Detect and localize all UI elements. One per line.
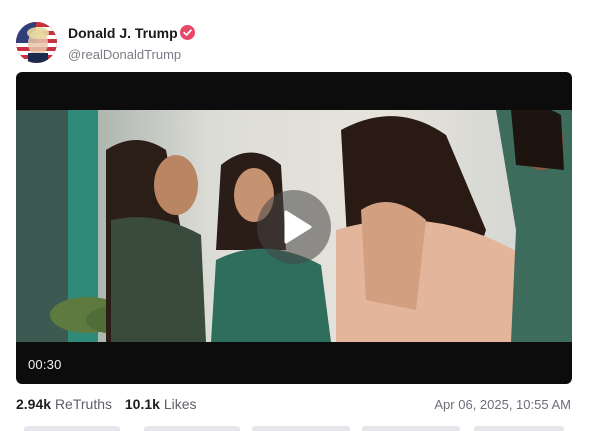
action-bar: [0, 426, 589, 431]
post-stats: 2.94k ReTruths 10.1k Likes: [16, 396, 206, 413]
reply-action[interactable]: [24, 426, 120, 431]
play-button[interactable]: [257, 190, 331, 264]
play-icon: [284, 210, 312, 244]
likes-stat[interactable]: 10.1k Likes: [125, 396, 197, 413]
author-avatar[interactable]: [16, 22, 57, 63]
author-handle[interactable]: @realDonaldTrump: [68, 47, 181, 63]
video-player[interactable]: 00:30: [16, 72, 572, 384]
like-action[interactable]: [252, 426, 350, 431]
more-action[interactable]: [474, 426, 564, 431]
verified-badge-icon: [180, 25, 195, 40]
truth-post: Donald J. Trump @realDonaldTrump 00:30 2…: [0, 0, 589, 431]
video-duration: 00:30: [28, 357, 62, 372]
likes-count: 10.1k: [124, 396, 160, 412]
author-display-name[interactable]: Donald J. Trump: [68, 25, 178, 42]
share-action[interactable]: [362, 426, 460, 431]
likes-label: Likes: [163, 396, 197, 412]
retruths-label: ReTruths: [54, 396, 112, 412]
retruths-stat[interactable]: 2.94k ReTruths: [16, 396, 112, 413]
post-timestamp[interactable]: Apr 06, 2025, 10:55 AM: [434, 397, 571, 413]
retruth-action[interactable]: [144, 426, 240, 431]
retruths-count: 2.94k: [16, 396, 52, 412]
